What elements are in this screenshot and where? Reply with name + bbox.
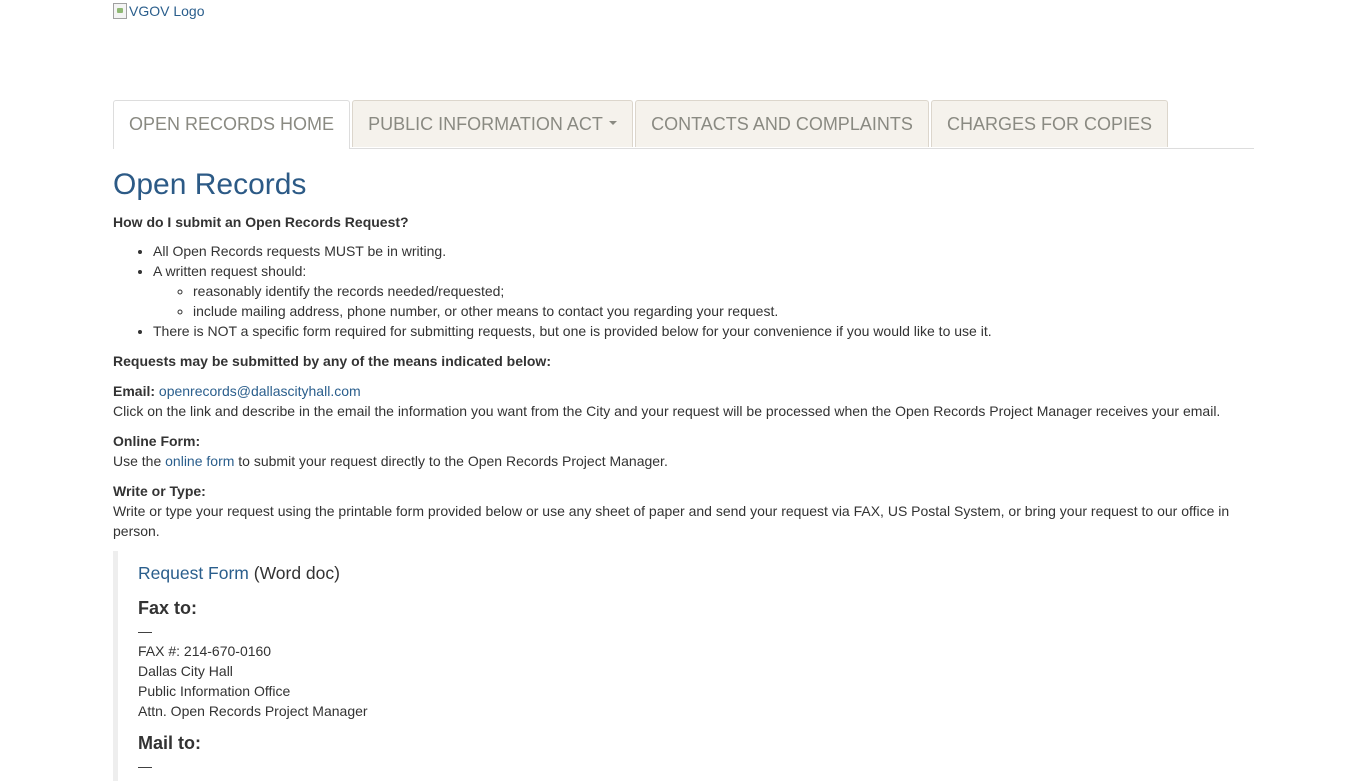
tab-charges-for-copies[interactable]: CHARGES FOR COPIES: [931, 100, 1168, 147]
requirements-list: All Open Records requests MUST be in wri…: [113, 241, 992, 341]
page-title: Open Records: [113, 168, 307, 201]
request-form-blockquote: Request Form (Word doc) Fax to: — FAX #:…: [113, 551, 1254, 781]
online-form-link[interactable]: online form: [165, 453, 234, 469]
mail-heading: Mail to:: [138, 733, 201, 753]
email-link[interactable]: openrecords@dallascityhall.com: [159, 383, 361, 399]
nav-tabs: OPEN RECORDS HOME PUBLIC INFORMATION ACT…: [113, 100, 1254, 149]
sub-list: reasonably identify the records needed/r…: [153, 281, 992, 321]
list-item: There is NOT a specific form required fo…: [153, 321, 992, 341]
means-heading: Requests may be submitted by any of the …: [113, 353, 551, 369]
tab-public-information-act[interactable]: PUBLIC INFORMATION ACT: [352, 100, 633, 147]
request-form-line: Request Form (Word doc): [138, 563, 340, 583]
tab-open-records-home[interactable]: OPEN RECORDS HOME: [113, 100, 350, 149]
logo-alt-text: VGOV Logo: [129, 3, 205, 19]
email-label: Email:: [113, 383, 156, 399]
vgov-logo[interactable]: VGOV Logo: [113, 3, 205, 19]
fax-address-line: Dallas City Hall: [138, 663, 233, 679]
fax-heading: Fax to:: [138, 598, 198, 618]
fax-address-line: Attn. Open Records Project Manager: [138, 703, 368, 719]
question-heading: How do I submit an Open Records Request?: [113, 214, 409, 230]
fax-dash: —: [138, 623, 152, 639]
online-form-label: Online Form:: [113, 433, 201, 449]
write-type-label: Write or Type:: [113, 483, 206, 499]
fax-address-line: Public Information Office: [138, 683, 291, 699]
request-form-link[interactable]: Request Form: [138, 563, 249, 583]
list-item: All Open Records requests MUST be in wri…: [153, 241, 992, 261]
list-item: include mailing address, phone number, o…: [193, 301, 992, 321]
write-type-section: Write or Type: Write or type your reques…: [113, 483, 1230, 539]
tab-contacts-and-complaints[interactable]: CONTACTS AND COMPLAINTS: [635, 100, 929, 147]
online-form-section: Online Form: Use the online form to subm…: [113, 433, 668, 469]
email-description: Click on the link and describe in the em…: [113, 403, 1221, 419]
caret-down-icon: [608, 121, 617, 126]
list-item: reasonably identify the records needed/r…: [193, 281, 992, 301]
broken-image-icon: [113, 3, 127, 19]
email-section: Email: openrecords@dallascityhall.com Cl…: [113, 381, 1220, 421]
mail-dash: —: [138, 758, 152, 774]
list-item: A written request should: reasonably ide…: [153, 261, 992, 321]
fax-number: FAX #: 214-670-0160: [138, 643, 272, 659]
